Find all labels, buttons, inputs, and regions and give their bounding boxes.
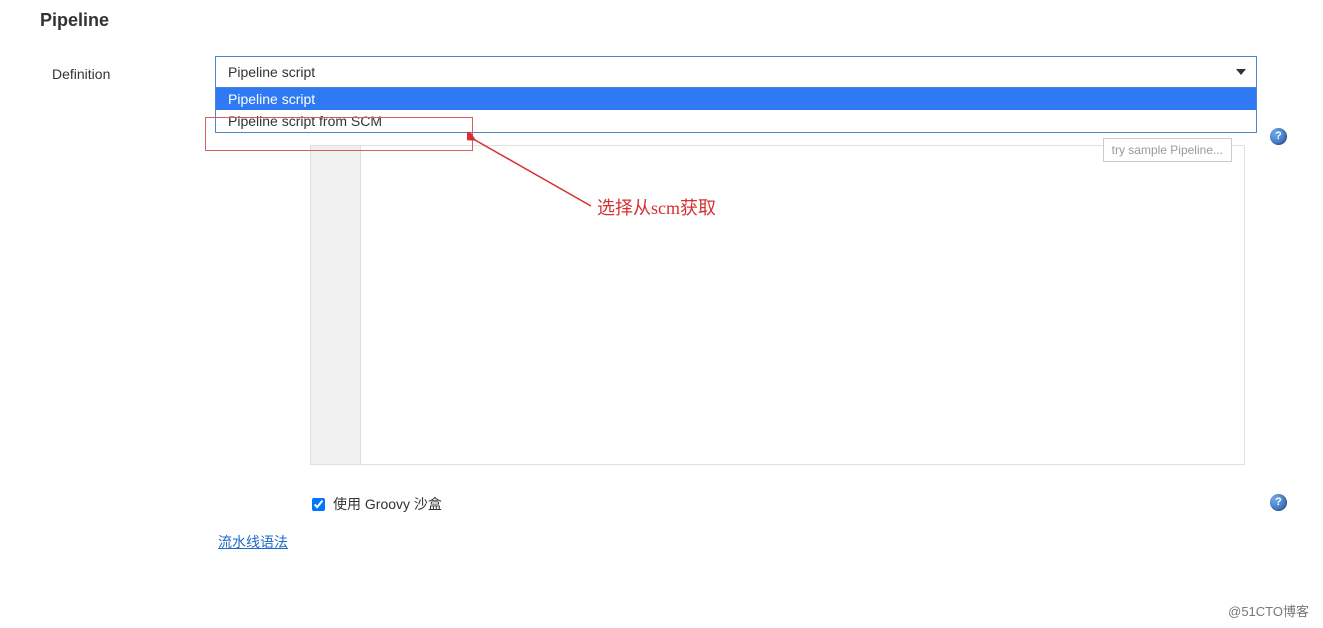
groovy-sandbox-label: 使用 Groovy 沙盒 bbox=[333, 494, 442, 514]
definition-row: Definition Pipeline script Pipeline scri… bbox=[0, 41, 1323, 133]
definition-label: Definition bbox=[0, 56, 215, 82]
script-editor[interactable]: try sample Pipeline... bbox=[310, 145, 1245, 465]
watermark: @51CTO博客 bbox=[1228, 601, 1309, 620]
option-pipeline-script-from-scm[interactable]: Pipeline script from SCM bbox=[216, 110, 1256, 132]
sample-pipeline-dropdown[interactable]: try sample Pipeline... bbox=[1103, 138, 1232, 162]
definition-selected-text: Pipeline script bbox=[228, 64, 315, 80]
help-icon[interactable]: ? bbox=[1270, 128, 1287, 145]
definition-options: Pipeline script Pipeline script from SCM bbox=[215, 88, 1257, 133]
definition-field: Pipeline script Pipeline script Pipeline… bbox=[215, 56, 1323, 133]
help-icon[interactable]: ? bbox=[1270, 494, 1287, 511]
option-pipeline-script[interactable]: Pipeline script bbox=[216, 88, 1256, 110]
definition-select[interactable]: Pipeline script bbox=[215, 56, 1257, 88]
groovy-sandbox-row: 使用 Groovy 沙盒 bbox=[312, 494, 442, 514]
groovy-sandbox-checkbox[interactable] bbox=[312, 498, 325, 511]
editor-gutter bbox=[311, 146, 361, 464]
section-title: Pipeline bbox=[0, 0, 1323, 41]
pipeline-syntax-link[interactable]: 流水线语法 bbox=[218, 532, 288, 552]
